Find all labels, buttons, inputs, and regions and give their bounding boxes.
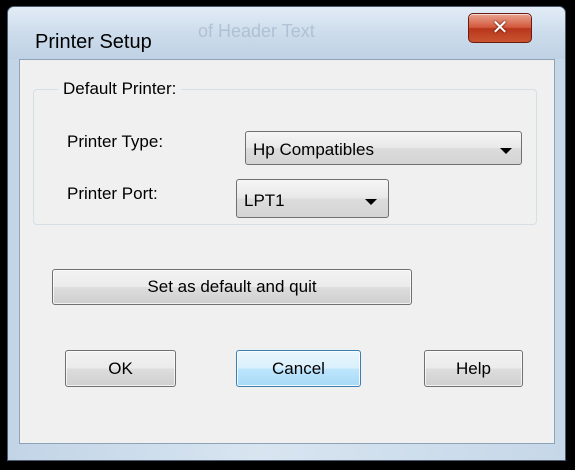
printer-type-select[interactable]: Hp Compatibles xyxy=(245,131,522,165)
printer-port-label: Printer Port: xyxy=(67,184,158,203)
printer-type-value: Hp Compatibles xyxy=(253,140,374,159)
printer-port-select[interactable]: LPT1 xyxy=(236,179,389,218)
ok-button[interactable]: OK xyxy=(65,350,176,387)
printer-port-value: LPT1 xyxy=(244,191,285,210)
set-default-and-quit-label: Set as default and quit xyxy=(147,277,317,296)
set-default-and-quit-button[interactable]: Set as default and quit xyxy=(52,269,412,305)
help-button[interactable]: Help xyxy=(424,350,523,387)
cancel-button[interactable]: Cancel xyxy=(236,350,361,387)
help-label: Help xyxy=(456,359,491,378)
window-title: Printer Setup xyxy=(35,31,152,53)
chevron-down-icon xyxy=(500,148,512,154)
close-button[interactable]: ✕ xyxy=(468,13,532,43)
close-icon: ✕ xyxy=(491,15,509,39)
dialog-window: of Header Text Printer Setup ✕ xyxy=(7,6,566,461)
ok-label: OK xyxy=(108,359,133,378)
title-bar[interactable]: of Header Text Printer Setup ✕ xyxy=(8,7,565,59)
printer-type-label: Printer Type: xyxy=(67,132,164,151)
background-window-title: of Header Text xyxy=(198,21,315,41)
chevron-down-icon xyxy=(365,199,377,205)
group-title: Default Printer: xyxy=(58,79,182,99)
cancel-label: Cancel xyxy=(272,359,325,378)
